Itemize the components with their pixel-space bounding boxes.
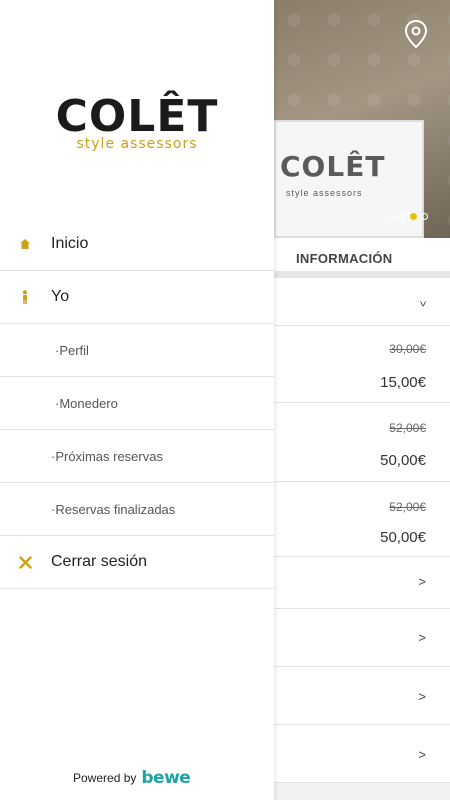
list-row[interactable]: > — [274, 609, 450, 667]
person-icon — [18, 290, 32, 304]
bewe-logo[interactable]: bewe — [141, 768, 190, 788]
hero-subtitle: style assessors — [286, 188, 363, 198]
chevron-right-icon: > — [418, 574, 426, 589]
service-price-row[interactable]: 30,00€ 15,00€ — [274, 326, 450, 403]
hero-image-carousel[interactable]: COLÊT style assessors — [274, 0, 450, 238]
new-price: 50,00€ — [380, 452, 426, 469]
divider — [274, 271, 450, 278]
carousel-dot[interactable] — [388, 213, 395, 220]
menu-item-yo[interactable]: Yo — [0, 271, 274, 324]
location-pin-icon[interactable] — [404, 20, 428, 48]
menu-item-proximas-reservas[interactable]: ·Próximas reservas — [0, 430, 274, 483]
carousel-indicator — [388, 213, 428, 220]
menu-item-monedero[interactable]: ·Monedero — [0, 377, 274, 430]
info-section-header: INFORMACIÓN — [274, 238, 450, 274]
carousel-dot-active[interactable] — [410, 213, 417, 220]
chevron-down-icon: ^ — [419, 294, 426, 309]
list-row[interactable]: > — [274, 557, 450, 609]
menu-item-label: ·Perfil — [55, 342, 89, 358]
old-price: 52,00€ — [389, 421, 426, 435]
carousel-dot[interactable] — [399, 213, 406, 220]
drawer-menu: Inicio Yo ·Perfil ·Monedero ·Próximas re… — [0, 218, 274, 589]
old-price: 52,00€ — [389, 500, 426, 514]
list-row[interactable]: > — [274, 725, 450, 783]
logo-tagline: style assessors — [76, 136, 198, 152]
new-price: 15,00€ — [380, 374, 426, 391]
menu-item-label: ·Monedero — [55, 395, 118, 411]
menu-item-label: ·Próximas reservas — [51, 448, 163, 464]
chevron-right-icon: > — [418, 630, 426, 645]
menu-item-reservas-finalizadas[interactable]: ·Reservas finalizadas — [0, 483, 274, 536]
menu-item-cerrar-sesion[interactable]: Cerrar sesión — [0, 536, 274, 589]
menu-item-label: ·Reservas finalizadas — [51, 501, 176, 517]
service-price-row[interactable]: 52,00€ 50,00€ — [274, 403, 450, 482]
brand-logo: COLÊT style assessors — [0, 91, 274, 153]
menu-item-inicio[interactable]: Inicio — [0, 218, 274, 271]
powered-by-text: Powered by — [73, 771, 137, 785]
old-price: 30,00€ — [389, 342, 426, 356]
menu-item-perfil[interactable]: ·Perfil — [0, 324, 274, 377]
menu-item-label: Inicio — [51, 235, 89, 252]
new-price: 50,00€ — [380, 529, 426, 546]
carousel-dot[interactable] — [421, 213, 428, 220]
hero-brand-text: COLÊT — [280, 150, 386, 183]
chevron-right-icon: > — [418, 747, 426, 762]
close-icon — [18, 555, 32, 569]
info-section-title: INFORMACIÓN — [296, 251, 393, 266]
service-price-row[interactable]: 52,00€ 50,00€ — [274, 482, 450, 557]
home-icon — [18, 237, 32, 251]
menu-item-label: Cerrar sesión — [51, 553, 148, 570]
menu-item-label: Yo — [51, 288, 70, 305]
info-expand-row[interactable]: ^ — [274, 278, 450, 326]
navigation-drawer: COLÊT style assessors Inicio Yo ·Perfil … — [0, 0, 274, 800]
list-row[interactable]: > — [274, 667, 450, 725]
logo-name: COLÊT — [55, 91, 219, 142]
chevron-right-icon: > — [418, 689, 426, 704]
powered-by-footer: Powered by bewe — [73, 768, 191, 788]
